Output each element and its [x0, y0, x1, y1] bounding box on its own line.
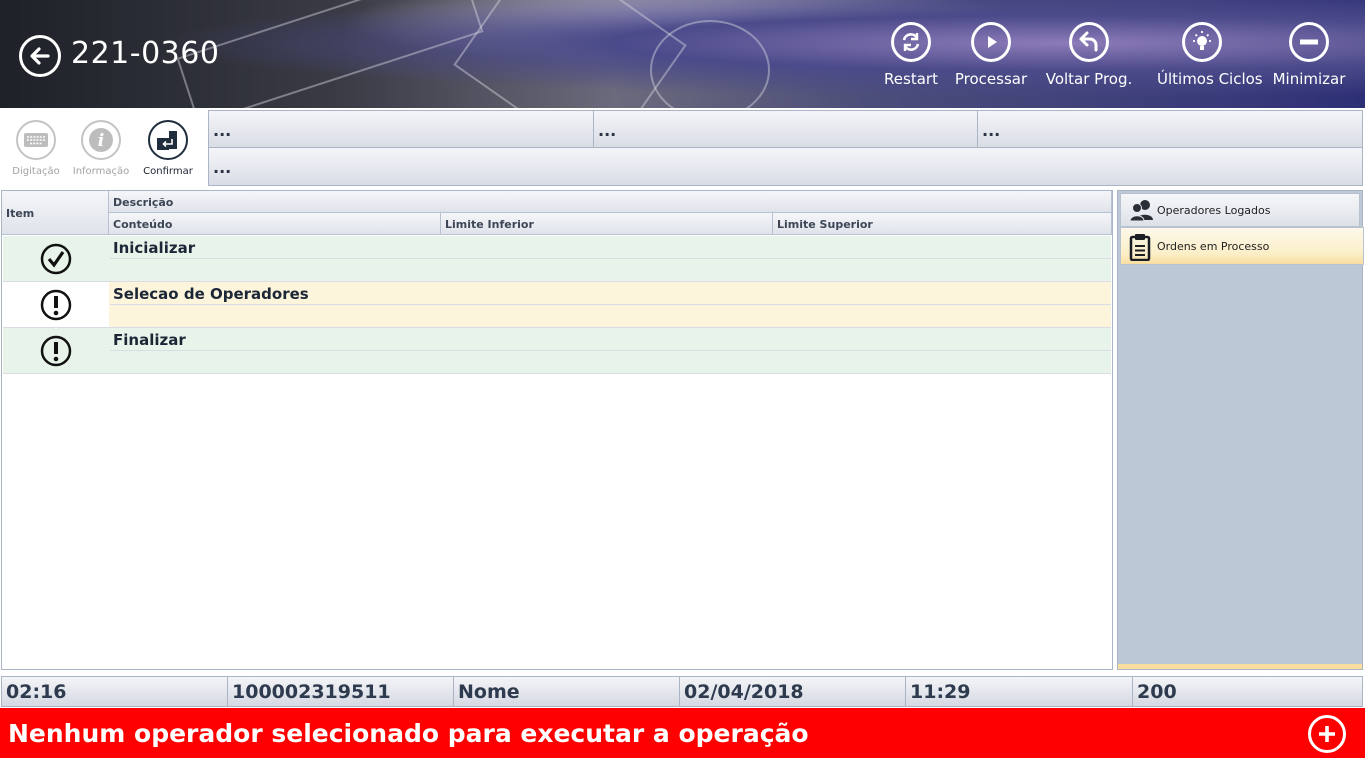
table-row[interactable]: Finalizar [3, 328, 1111, 374]
status-count: 200 [1137, 681, 1177, 703]
add-operator-button[interactable] [1308, 715, 1346, 753]
clipboard-icon [1129, 234, 1151, 261]
row-content [110, 259, 1111, 281]
message-text: Nenhum operador selecionado para executa… [8, 719, 809, 748]
row-content [110, 305, 1111, 327]
digitacao-button[interactable]: Digitação [4, 120, 68, 177]
processar-button[interactable]: Processar [946, 22, 1036, 97]
header-item[interactable]: Item [2, 191, 109, 235]
info-icon: i [89, 128, 113, 152]
lightbulb-icon [1193, 31, 1211, 50]
confirmar-label: Confirmar [143, 166, 193, 177]
warning-icon [40, 335, 72, 367]
panel-footer-strip [1118, 664, 1362, 669]
arrow-left-icon [30, 47, 50, 65]
tab-operadores-logados[interactable]: Operadores Logados [1120, 193, 1360, 227]
users-icon [1129, 200, 1153, 221]
header-banner: 221-0360 Restart Processar Voltar Prog. … [0, 0, 1365, 108]
plus-icon [1319, 726, 1335, 742]
enter-icon [157, 131, 177, 150]
info-field: ... [978, 111, 1362, 148]
banner-decoration [650, 20, 770, 108]
status-bar: 02:16 100002319511 Nome 02/04/2018 11:29… [1, 676, 1363, 707]
page-title: 221-0360 [71, 36, 220, 71]
undo-icon [1079, 31, 1098, 52]
processar-label: Processar [954, 70, 1028, 88]
info-field: ... [209, 111, 594, 148]
table-row[interactable]: Selecao de Operadores [3, 282, 1111, 328]
check-icon [40, 243, 72, 275]
header-descricao[interactable]: Descrição [109, 191, 1112, 213]
tab-ordens-em-processo[interactable]: Ordens em Processo [1120, 227, 1364, 265]
informacao-button[interactable]: i Informação [69, 120, 133, 177]
informacao-label: Informação [72, 166, 130, 177]
voltar-prog-label: Voltar Prog. [1045, 70, 1133, 88]
info-field: ... [209, 148, 1362, 185]
banner-decoration [176, 0, 484, 108]
minimizar-label: Minimizar [1272, 70, 1346, 88]
minimizar-button[interactable]: Minimizar [1264, 22, 1354, 97]
tab-label: Operadores Logados [1157, 204, 1271, 217]
status-time-elapsed: 02:16 [2, 677, 228, 706]
operations-grid: Item Descrição Conteúdo Limite Inferior … [1, 190, 1113, 670]
restart-icon [902, 33, 920, 51]
row-status-cell [3, 328, 109, 373]
row-description: Selecao de Operadores [110, 282, 1111, 305]
row-content [110, 351, 1111, 373]
status-date: 02/04/2018 [680, 677, 906, 706]
banner-decoration [453, 0, 687, 108]
voltar-prog-button[interactable]: Voltar Prog. [1044, 22, 1134, 97]
status-name: Nome [454, 677, 680, 706]
digitacao-label: Digitação [12, 166, 60, 177]
table-row[interactable]: Inicializar [3, 236, 1111, 282]
row-status-cell [3, 236, 109, 281]
tab-label: Ordens em Processo [1157, 240, 1270, 253]
info-fields: ... ... ... ... [208, 110, 1363, 186]
restart-label: Restart [884, 70, 938, 88]
keyboard-icon [24, 133, 48, 147]
message-bar: Nenhum operador selecionado para executa… [0, 708, 1365, 758]
row-description: Inicializar [110, 236, 1111, 259]
status-order-number: 100002319511 [228, 677, 454, 706]
confirmar-button[interactable]: Confirmar [136, 120, 200, 177]
status-clock: 11:29 [906, 677, 1133, 706]
header-conteudo[interactable]: Conteúdo [109, 213, 441, 235]
restart-button[interactable]: Restart [866, 22, 956, 97]
back-button[interactable] [19, 35, 61, 77]
row-description: Finalizar [110, 328, 1111, 351]
header-limite-superior[interactable]: Limite Superior [773, 213, 1112, 235]
side-panel: Operadores Logados Ordens em Processo [1117, 190, 1364, 670]
ultimos-ciclos-label: Últimos Ciclos [1157, 70, 1263, 88]
minus-icon [1300, 39, 1318, 45]
svg-text:i: i [98, 131, 104, 151]
ultimos-ciclos-button[interactable]: Últimos Ciclos [1157, 22, 1263, 97]
header-limite-inferior[interactable]: Limite Inferior [441, 213, 773, 235]
info-field: ... [594, 111, 978, 148]
play-icon [988, 36, 997, 48]
row-status-cell [3, 282, 109, 327]
warning-icon [40, 289, 72, 321]
